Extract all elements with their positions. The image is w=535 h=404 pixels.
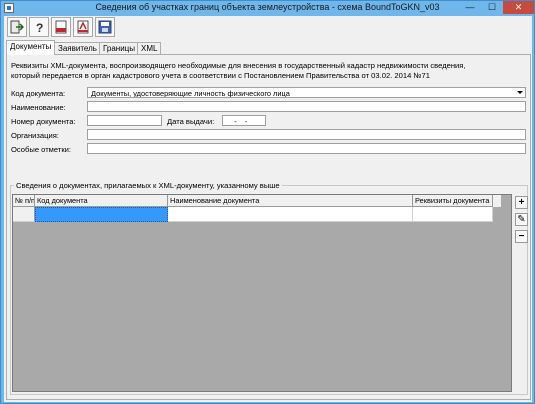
- issue-date-label: Дата выдачи:: [167, 117, 215, 126]
- pdf-form-icon: [77, 20, 89, 34]
- doc-number-input[interactable]: [87, 115, 162, 126]
- window-title: Сведения об участках границ объекта земл…: [95, 2, 440, 12]
- add-row-button[interactable]: +: [515, 196, 528, 209]
- special-notes-label: Особые отметки:: [11, 145, 72, 154]
- doc-number-label: Номер документа:: [11, 117, 76, 126]
- doc-code-label: Код документа:: [11, 89, 66, 98]
- help-icon: ?: [36, 21, 43, 34]
- exit-button[interactable]: [7, 17, 27, 37]
- info-text: Реквизиты XML-документа, воспроизводящег…: [11, 61, 526, 81]
- edit-row-button[interactable]: ✎: [515, 213, 528, 226]
- col-header-doc-code[interactable]: Код документа: [35, 195, 168, 207]
- maximize-button[interactable]: ☐: [481, 1, 503, 14]
- col-header-number[interactable]: № п/п: [13, 195, 35, 207]
- col-header-doc-details[interactable]: Реквизиты документа: [413, 195, 493, 207]
- minimize-button[interactable]: —: [459, 1, 481, 14]
- info-line-2: который передается в орган кадастрового …: [11, 71, 430, 80]
- attached-docs-title: Сведения о документах, прилагаемых к XML…: [14, 181, 282, 190]
- close-button[interactable]: ✕: [503, 1, 534, 14]
- table-row[interactable]: [13, 207, 501, 222]
- help-button[interactable]: ?: [29, 17, 49, 37]
- chevron-down-icon[interactable]: [516, 89, 524, 96]
- name-input[interactable]: [87, 101, 526, 112]
- attached-docs-grid[interactable]: № п/п Код документа Наименование докумен…: [12, 194, 512, 392]
- save-button[interactable]: [95, 17, 115, 37]
- remove-row-button[interactable]: −: [515, 230, 528, 243]
- organization-input[interactable]: [87, 129, 526, 140]
- pdf-form-button[interactable]: [73, 17, 93, 37]
- doc-details-cell[interactable]: [413, 207, 493, 222]
- doc-code-cell[interactable]: [35, 207, 168, 222]
- app-window: Сведения об участках границ объекта земл…: [0, 0, 535, 404]
- special-notes-input[interactable]: [87, 143, 526, 154]
- exit-icon: [10, 20, 24, 34]
- tab-documents[interactable]: Документы: [6, 40, 56, 55]
- issue-date-input[interactable]: __-__-__: [222, 115, 266, 126]
- svg-text:?: ?: [36, 21, 43, 34]
- organization-label: Организация:: [11, 131, 59, 140]
- name-label: Наименование:: [11, 103, 66, 112]
- doc-code-value: Документы, удостоверяющие личность физич…: [91, 89, 290, 98]
- client-area: ? Документы Заявитель Границы XML Реквиз…: [4, 16, 532, 402]
- col-header-doc-name[interactable]: Наименование документа: [168, 195, 413, 207]
- documents-panel: Реквизиты XML-документа, воспроизводящег…: [6, 54, 531, 400]
- grid-header: № п/п Код документа Наименование докумен…: [13, 195, 501, 207]
- info-line-1: Реквизиты XML-документа, воспроизводящег…: [11, 61, 466, 70]
- toolbar: ?: [4, 16, 532, 39]
- pdf-icon: [55, 20, 67, 34]
- doc-name-cell[interactable]: [168, 207, 413, 222]
- row-header-cell[interactable]: [13, 207, 35, 222]
- title-bar[interactable]: Сведения об участках границ объекта земл…: [1, 1, 534, 15]
- save-disk-icon: [98, 20, 112, 34]
- pdf-button[interactable]: [51, 17, 71, 37]
- doc-code-select[interactable]: Документы, удостоверяющие личность физич…: [87, 87, 526, 98]
